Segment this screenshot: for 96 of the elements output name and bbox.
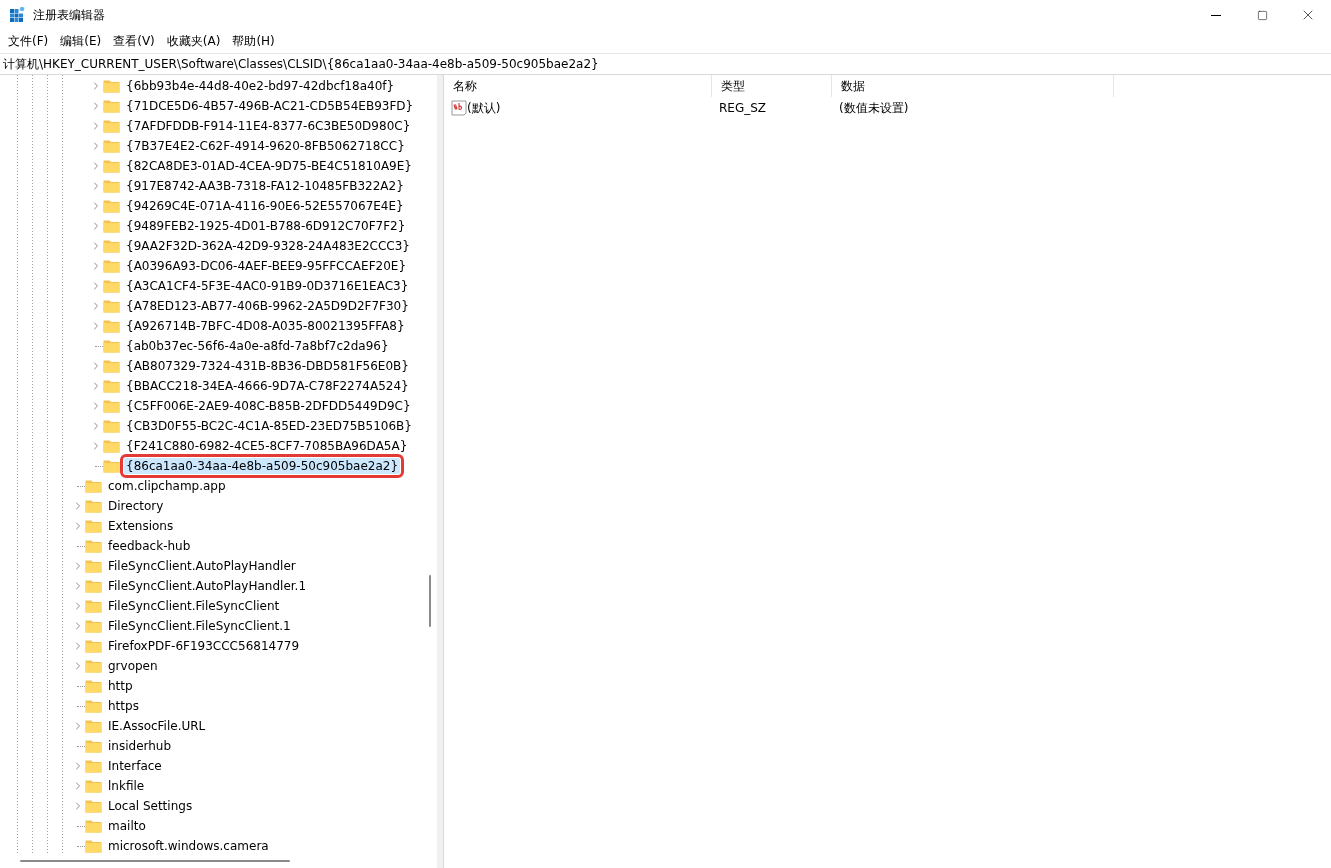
tree-item[interactable]: FirefoxPDF-6F193CCC56814779	[106, 638, 302, 654]
tree-item[interactable]: mailto	[106, 818, 148, 834]
tree-item[interactable]: {917E8742-AA3B-7318-FA12-10485FB322A2}	[124, 178, 406, 194]
maximize-icon	[1256, 9, 1268, 21]
menu-item[interactable]: 收藏夹(A)	[160, 30, 227, 52]
tree-item[interactable]: FileSyncClient.FileSyncClient.1	[106, 618, 293, 634]
folder-icon	[103, 159, 120, 173]
folder-icon	[85, 719, 102, 733]
menu-item[interactable]: 文件(F)	[2, 30, 55, 52]
tree-item[interactable]: com.clipchamp.app	[106, 478, 228, 494]
scrollbar-thumb[interactable]	[20, 860, 290, 862]
tree-item[interactable]: {94269C4E-071A-4116-90E6-52E557067E4E}	[124, 198, 406, 214]
column-header[interactable]: 名称	[444, 75, 712, 97]
folder-icon	[85, 679, 102, 693]
tree-item[interactable]: {9489FEB2-1925-4D01-B788-6D912C70F7F2}	[124, 218, 408, 234]
minimize-icon	[1211, 14, 1221, 16]
folder-icon	[103, 299, 120, 313]
folder-icon	[85, 519, 102, 533]
folder-icon	[85, 799, 102, 813]
folder-icon	[85, 699, 102, 713]
tree-item[interactable]: {6bb93b4e-44d8-40e2-bd97-42dbcf18a40f}	[124, 78, 397, 94]
folder-icon	[103, 279, 120, 293]
tree-item[interactable]: {ab0b37ec-56f6-4a0e-a8fd-7a8bf7c2da96}	[124, 338, 391, 354]
folder-icon	[85, 619, 102, 633]
folder-icon	[85, 599, 102, 613]
window-title: 注册表编辑器	[33, 6, 106, 24]
tree-item[interactable]: FileSyncClient.FileSyncClient	[106, 598, 282, 614]
tree-item[interactable]: {BBACC218-34EA-4666-9D7A-C78F2274A524}	[124, 378, 411, 394]
folder-icon	[103, 379, 120, 393]
folder-icon	[103, 119, 120, 133]
tree-item[interactable]: grvopen	[106, 658, 160, 674]
tree-item[interactable]: Local Settings	[106, 798, 195, 814]
folder-icon	[103, 459, 120, 473]
menu-item[interactable]: 查看(V)	[107, 30, 161, 52]
folder-icon	[103, 99, 120, 113]
folder-icon	[85, 559, 102, 573]
folder-icon	[103, 199, 120, 213]
tree-item[interactable]: FileSyncClient.AutoPlayHandler	[106, 558, 298, 574]
tree-item[interactable]: feedback-hub	[106, 538, 193, 554]
folder-icon	[85, 579, 102, 593]
folder-icon	[85, 539, 102, 553]
value-type: REG_SZ	[719, 101, 767, 115]
folder-icon	[85, 759, 102, 773]
folder-icon	[103, 79, 120, 93]
tree-item[interactable]: {9AA2F32D-362A-42D9-9328-24A483E2CCC3}	[124, 238, 412, 254]
tree-item[interactable]: {A78ED123-AB77-406B-9962-2A5D9D2F7F30}	[124, 298, 411, 314]
folder-icon	[85, 779, 102, 793]
column-header[interactable]: 类型	[712, 75, 832, 97]
tree-item[interactable]: FileSyncClient.AutoPlayHandler.1	[106, 578, 309, 594]
folder-icon	[103, 339, 120, 353]
address-bar[interactable]: 计算机\HKEY_CURRENT_USER\Software\Classes\CLSID\{86ca1aa0-34aa-4e8b-a509-50c905bae2a2}	[0, 53, 1331, 75]
folder-icon	[85, 659, 102, 673]
tree-item[interactable]: {AB807329-7324-431B-8B36-DBD581F56E0B}	[124, 358, 411, 374]
folder-icon	[103, 219, 120, 233]
folder-icon	[103, 139, 120, 153]
registry-app-icon	[9, 7, 25, 23]
folder-icon	[85, 499, 102, 513]
column-header[interactable]: 数据	[832, 75, 1114, 97]
tree-item[interactable]: {CB3D0F55-BC2C-4C1A-85ED-23ED75B5106B}	[124, 418, 414, 434]
tree-item[interactable]: insiderhub	[106, 738, 174, 754]
folder-icon	[103, 419, 120, 433]
tree-item[interactable]: {A3CA1CF4-5F3E-4AC0-91B9-0D3716E1EAC3}	[124, 278, 411, 294]
tree-item[interactable]: {F241C880-6982-4CE5-8CF7-7085BA96DA5A}	[124, 438, 410, 454]
folder-icon	[103, 239, 120, 253]
tree-item[interactable]: {71DCE5D6-4B57-496B-AC21-CD5B54EB93FD}	[124, 98, 416, 114]
tree-item[interactable]: {7B37E4E2-C62F-4914-9620-8FB5062718CC}	[124, 138, 407, 154]
value-data: (数值未设置)	[839, 99, 909, 117]
folder-icon	[85, 639, 102, 653]
tree-item[interactable]: Interface	[106, 758, 164, 774]
folder-icon	[85, 739, 102, 753]
tree-item[interactable]: {C5FF006E-2AE9-408C-B85B-2DFDD5449D9C}	[124, 398, 413, 414]
folder-icon	[103, 399, 120, 413]
tree-item[interactable]: Directory	[106, 498, 166, 514]
folder-icon	[103, 179, 120, 193]
tree-item[interactable]: {82CA8DE3-01AD-4CEA-9D75-BE4C51810A9E}	[124, 158, 414, 174]
menu-item[interactable]: 帮助(H)	[226, 30, 281, 52]
menu-item[interactable]: 编辑(E)	[54, 30, 108, 52]
folder-icon	[85, 479, 102, 493]
tree-item[interactable]: lnkfile	[106, 778, 147, 794]
folder-icon	[103, 439, 120, 453]
folder-icon	[103, 319, 120, 333]
tree-item[interactable]: https	[106, 698, 141, 714]
folder-icon	[85, 819, 102, 833]
tree-item[interactable]: Extensions	[106, 518, 176, 534]
tree-item[interactable]: {7AFDFDDB-F914-11E4-8377-6C3BE50D980C}	[124, 118, 413, 134]
folder-icon	[85, 839, 102, 853]
tree-item[interactable]: http	[106, 678, 135, 694]
scrollbar-thumb[interactable]	[429, 575, 431, 627]
tree-item[interactable]: {A926714B-7BFC-4D08-A035-80021395FFA8}	[124, 318, 407, 334]
tree-item[interactable]: microsoft.windows.camera	[106, 838, 271, 854]
folder-icon	[103, 259, 120, 273]
value-name: (默认)	[467, 99, 501, 117]
tree-item[interactable]: IE.AssocFile.URL	[106, 718, 208, 734]
tree-item[interactable]: {A0396A93-DC06-4AEF-BEE9-95FFCCAEF20E}	[124, 258, 408, 274]
folder-icon	[103, 359, 120, 373]
string-value-icon	[451, 100, 467, 116]
